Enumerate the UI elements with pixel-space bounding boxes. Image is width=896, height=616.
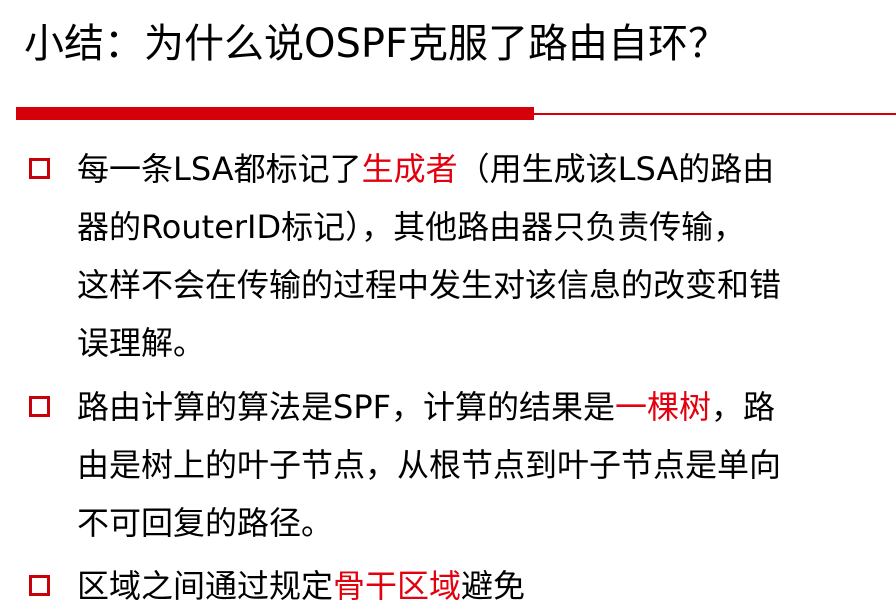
text-line: 每一条LSA都标记了生成者（用生成该LSA的路由 <box>77 150 774 188</box>
highlighted-term: 骨干区域 <box>333 567 462 605</box>
text-line: 由是树上的叶子节点，从根节点到叶子节点是单向 <box>77 446 782 484</box>
highlighted-term: 一棵树 <box>615 388 712 426</box>
text-line: 不可回复的路径。 <box>77 504 334 542</box>
text-run: 每一条LSA都标记了 <box>77 150 362 188</box>
text-run: 避免 <box>461 567 526 605</box>
hollow-square-bullet-icon <box>29 396 50 417</box>
title-underline-thick <box>16 107 534 120</box>
text-line: 这样不会在传输的过程中发生对该信息的改变和错 <box>77 266 782 304</box>
text-line: 误理解。 <box>77 324 206 362</box>
text-run: （用生成该LSA的路由 <box>457 150 775 188</box>
text-line: 区域之间通过规定骨干区域避免 <box>77 567 525 605</box>
hollow-square-bullet-icon <box>29 575 50 596</box>
text-line: 器的RouterID标记），其他路由器只负责传输， <box>77 208 746 246</box>
bullet-text: 路由计算的算法是SPF，计算的结果是一棵树，路 由是树上的叶子节点，从根节点到叶… <box>77 378 889 552</box>
highlighted-term: 生成者 <box>361 150 458 188</box>
text-run: 区域之间通过规定 <box>77 567 334 605</box>
text-run: 路由计算的算法是SPF，计算的结果是 <box>77 388 616 426</box>
slide-title: 小结：为什么说OSPF克服了路由自环？ <box>24 21 729 67</box>
title-underline-thin <box>534 113 896 115</box>
text-line: 路由计算的算法是SPF，计算的结果是一棵树，路 <box>77 388 775 426</box>
hollow-square-bullet-icon <box>29 158 50 179</box>
bullet-text: 每一条LSA都标记了生成者（用生成该LSA的路由 器的RouterID标记），其… <box>77 140 889 372</box>
bullet-text: 区域之间通过规定骨干区域避免 <box>77 557 889 615</box>
text-run: ，路 <box>711 388 776 426</box>
